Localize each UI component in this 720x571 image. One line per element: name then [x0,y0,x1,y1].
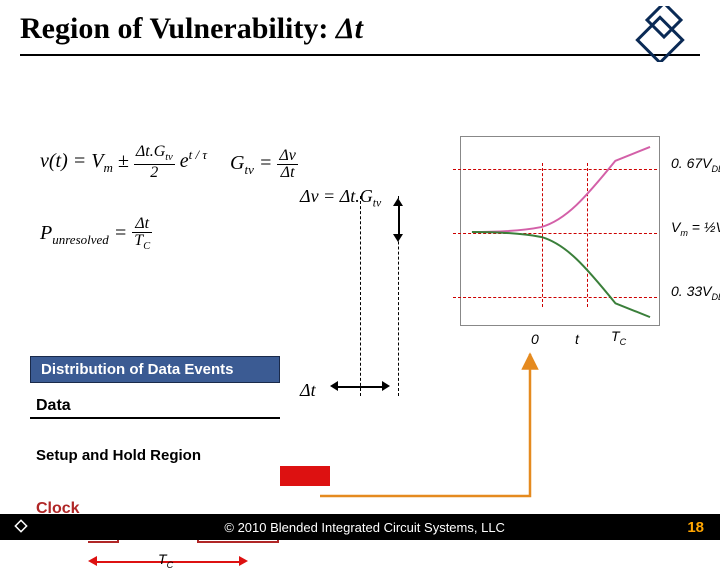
eq-gtv-g: G [230,152,244,174]
delta-v-arrow-icon [392,198,406,242]
metastability-chart: 0. 67VDD Vm = ½VDD 0. 33VDD 0 t TC [460,136,660,326]
setup-hold-label: Setup and Hold Region [36,447,410,464]
chart-ann-top-sub: DD [711,164,720,174]
delta-t-arrow-icon [330,380,390,394]
footer-diamond-icon [14,519,28,536]
chart-ann-top-pre: 0. 67V [671,155,711,171]
eq-vt-vm: V [91,150,103,172]
footer-page-number: 18 [687,519,704,536]
chart-xlabel-0: 0 [531,331,539,347]
equation-gtv: Gtv = Δv Δt [230,148,298,181]
tc-sub: C [167,560,174,570]
delta-t-label: Δt [300,380,316,401]
eq-p-num: Δt [132,216,152,233]
eq-gtv-num: Δv [277,148,298,165]
eq-vt-exp: t / τ [189,147,207,162]
page-title: Region of Vulnerability: Δt [20,12,700,46]
setup-hold-region [30,466,410,486]
eq-dv-pre: Δv = Δt.G [300,186,373,206]
chart-ann-mid-mid: = ½V [688,219,720,235]
eq-p-eq: = [109,222,133,244]
chart-ann-vm: Vm = ½VDD [671,219,720,238]
distribution-label-box: Distribution of Data Events [30,356,280,383]
chart-xtc-t: T [611,328,620,344]
chart-ann-mid-sub1: m [680,228,688,238]
tc-period-arrow: TC [88,553,248,571]
chart-xlabel-t: t [575,331,579,347]
equation-dv: Δv = Δt.Gtv [300,186,381,210]
eq-vt-den: 2 [134,165,175,181]
eq-gtv-den: Δt [277,165,298,181]
eq-vt-num: Δt.G [136,143,165,160]
eq-vt-pm: ± [118,150,129,172]
eq-p-den-t: T [134,232,143,249]
chart-ann-033vdd: 0. 33VDD [671,283,720,302]
chart-ann-067vdd: 0. 67VDD [671,155,720,174]
eq-vt-e: e [180,150,189,172]
data-waveform [30,417,410,441]
chart-xtc-sub: C [620,337,627,347]
chart-ann-mid-pre: V [671,219,680,235]
footer-bar: © 2010 Blended Integrated Circuit System… [0,514,720,540]
eq-p-lhs: P [40,222,52,244]
footer-copyright: © 2010 Blended Integrated Circuit System… [42,520,687,535]
eq-gtv-sub: tv [244,162,253,177]
setup-hold-highlight [280,466,330,486]
equation-v-of-t: v(t) = Vm ± Δt.Gtv 2 et / τ [40,144,207,181]
chart-xlabel-tc: TC [611,328,626,347]
chart-ann-bot-sub: DD [711,292,720,302]
eq-gtv-eq: = [254,152,278,174]
eq-vt-vm-sub: m [103,160,112,175]
chart-curves-icon [467,143,653,319]
eq-vt-num-sub: tv [165,152,173,163]
eq-vt-lhs: v(t) [40,150,68,172]
tc-label: TC [158,551,173,570]
eq-p-den-sub: C [143,241,150,252]
tc-t: T [158,551,167,567]
equation-punresolved: Punresolved = Δt TC [40,216,152,253]
chart-ann-bot-pre: 0. 33V [671,283,711,299]
eq-dv-sub: tv [373,197,381,210]
title-text: Region of Vulnerability: [20,12,336,45]
slide-content: v(t) = Vm ± Δt.Gtv 2 et / τ Gtv = Δv Δt … [0,56,720,510]
title-delta: Δt [336,12,363,45]
data-signal-label: Data [36,397,410,415]
eq-p-sub: unresolved [52,232,109,247]
